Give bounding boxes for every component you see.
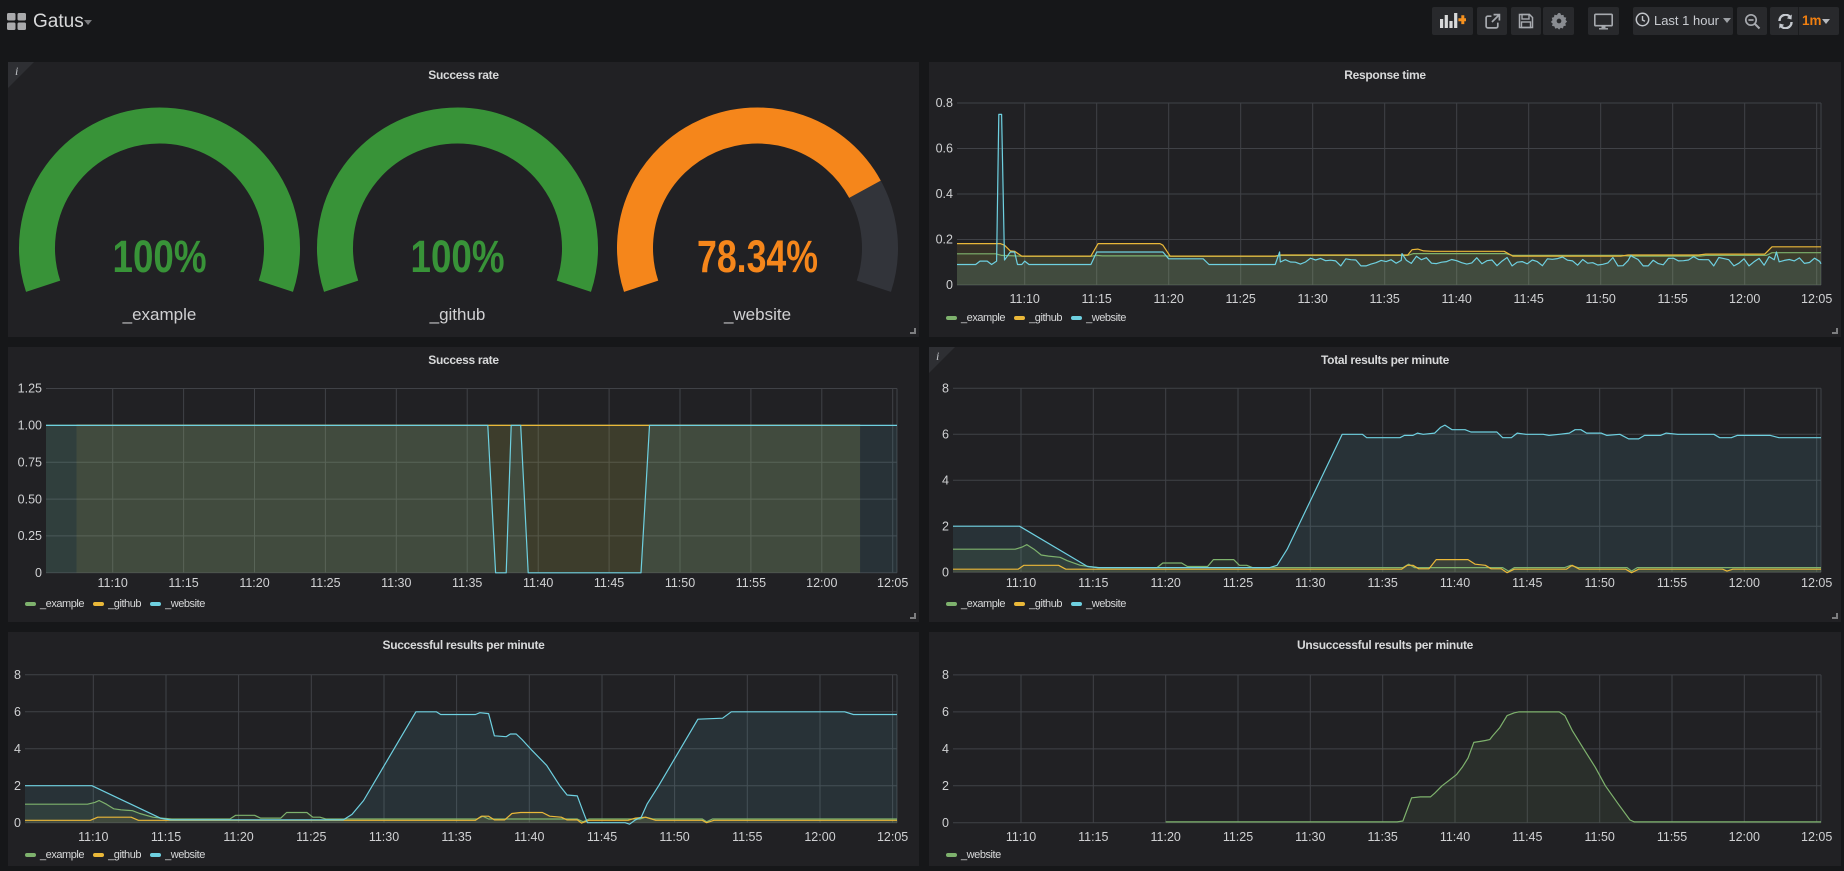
svg-text:11:25: 11:25 — [310, 576, 340, 590]
svg-text:11:30: 11:30 — [1295, 830, 1325, 844]
svg-text:12:05: 12:05 — [1801, 576, 1832, 590]
svg-text:_example: _example — [122, 305, 197, 324]
svg-text:78.34%: 78.34% — [697, 231, 818, 282]
svg-text:11:35: 11:35 — [1370, 292, 1400, 306]
svg-text:12:00: 12:00 — [1729, 292, 1760, 306]
svg-text:0: 0 — [14, 816, 21, 830]
svg-text:11:50: 11:50 — [659, 830, 689, 844]
svg-text:100%: 100% — [411, 231, 505, 282]
svg-text:11:50: 11:50 — [1586, 292, 1616, 306]
svg-text:_github: _github — [429, 305, 486, 324]
svg-text:11:15: 11:15 — [168, 576, 198, 590]
svg-text:11:10: 11:10 — [98, 576, 128, 590]
svg-text:11:20: 11:20 — [1151, 830, 1181, 844]
svg-text:12:05: 12:05 — [877, 576, 908, 590]
svg-text:11:45: 11:45 — [594, 576, 624, 590]
svg-text:4: 4 — [14, 742, 21, 756]
svg-text:11:35: 11:35 — [452, 576, 482, 590]
svg-text:11:40: 11:40 — [1440, 576, 1470, 590]
svg-text:12:05: 12:05 — [1801, 292, 1832, 306]
svg-text:12:05: 12:05 — [1801, 830, 1832, 844]
svg-text:11:55: 11:55 — [1657, 830, 1687, 844]
svg-text:11:45: 11:45 — [1514, 292, 1544, 306]
svg-text:11:55: 11:55 — [736, 576, 766, 590]
svg-text:2: 2 — [14, 779, 21, 793]
svg-text:12:05: 12:05 — [877, 830, 908, 844]
svg-text:0.4: 0.4 — [936, 187, 953, 201]
svg-text:1.00: 1.00 — [18, 419, 42, 433]
svg-text:0.2: 0.2 — [936, 233, 953, 247]
svg-text:11:10: 11:10 — [1006, 830, 1036, 844]
svg-text:100%: 100% — [113, 231, 207, 282]
svg-text:11:45: 11:45 — [1512, 576, 1542, 590]
svg-text:6: 6 — [942, 428, 949, 442]
svg-text:11:30: 11:30 — [369, 830, 399, 844]
svg-text:11:10: 11:10 — [78, 830, 108, 844]
svg-text:1.25: 1.25 — [18, 382, 42, 396]
svg-text:11:45: 11:45 — [1512, 830, 1542, 844]
svg-text:6: 6 — [14, 705, 21, 719]
svg-text:12:00: 12:00 — [1729, 576, 1760, 590]
svg-text:0: 0 — [942, 816, 949, 830]
svg-text:0: 0 — [35, 566, 42, 580]
svg-text:11:35: 11:35 — [1368, 830, 1398, 844]
svg-text:0.8: 0.8 — [936, 96, 953, 110]
svg-text:0: 0 — [942, 565, 949, 579]
svg-text:11:55: 11:55 — [1658, 292, 1688, 306]
svg-text:4: 4 — [942, 473, 949, 487]
svg-text:11:35: 11:35 — [441, 830, 471, 844]
svg-text:6: 6 — [942, 705, 949, 719]
svg-text:11:30: 11:30 — [1295, 576, 1325, 590]
svg-text:11:50: 11:50 — [665, 576, 695, 590]
svg-text:11:35: 11:35 — [1368, 576, 1398, 590]
svg-text:0.6: 0.6 — [936, 142, 953, 156]
svg-text:11:10: 11:10 — [1006, 576, 1036, 590]
svg-text:8: 8 — [942, 382, 949, 396]
svg-text:11:20: 11:20 — [239, 576, 269, 590]
svg-text:11:40: 11:40 — [1442, 292, 1472, 306]
svg-text:11:15: 11:15 — [1078, 576, 1108, 590]
svg-text:12:00: 12:00 — [1729, 830, 1760, 844]
svg-text:8: 8 — [14, 668, 21, 682]
svg-text:11:50: 11:50 — [1585, 830, 1615, 844]
svg-text:11:40: 11:40 — [523, 576, 553, 590]
svg-text:11:50: 11:50 — [1585, 576, 1615, 590]
svg-text:2: 2 — [942, 779, 949, 793]
svg-text:11:55: 11:55 — [1657, 576, 1687, 590]
svg-text:11:30: 11:30 — [1298, 292, 1328, 306]
svg-text:0.25: 0.25 — [18, 529, 42, 543]
svg-text:0: 0 — [946, 278, 953, 292]
svg-text:4: 4 — [942, 742, 949, 756]
svg-text:11:25: 11:25 — [1226, 292, 1256, 306]
svg-text:12:00: 12:00 — [806, 576, 837, 590]
svg-text:_website: _website — [723, 305, 791, 324]
svg-text:11:55: 11:55 — [732, 830, 762, 844]
svg-text:11:10: 11:10 — [1010, 292, 1040, 306]
svg-text:11:45: 11:45 — [587, 830, 617, 844]
svg-text:11:25: 11:25 — [296, 830, 326, 844]
svg-text:11:20: 11:20 — [223, 830, 253, 844]
svg-text:2: 2 — [942, 519, 949, 533]
svg-text:11:30: 11:30 — [381, 576, 411, 590]
svg-text:11:20: 11:20 — [1151, 576, 1181, 590]
svg-text:0.75: 0.75 — [18, 455, 42, 469]
svg-text:11:20: 11:20 — [1154, 292, 1184, 306]
svg-text:8: 8 — [942, 668, 949, 682]
svg-text:0.50: 0.50 — [18, 492, 42, 506]
svg-text:12:00: 12:00 — [804, 830, 835, 844]
svg-text:11:15: 11:15 — [1078, 830, 1108, 844]
svg-text:11:25: 11:25 — [1223, 576, 1253, 590]
svg-text:11:40: 11:40 — [514, 830, 544, 844]
svg-text:11:40: 11:40 — [1440, 830, 1470, 844]
svg-text:11:15: 11:15 — [151, 830, 181, 844]
svg-text:11:15: 11:15 — [1082, 292, 1112, 306]
svg-text:11:25: 11:25 — [1223, 830, 1253, 844]
